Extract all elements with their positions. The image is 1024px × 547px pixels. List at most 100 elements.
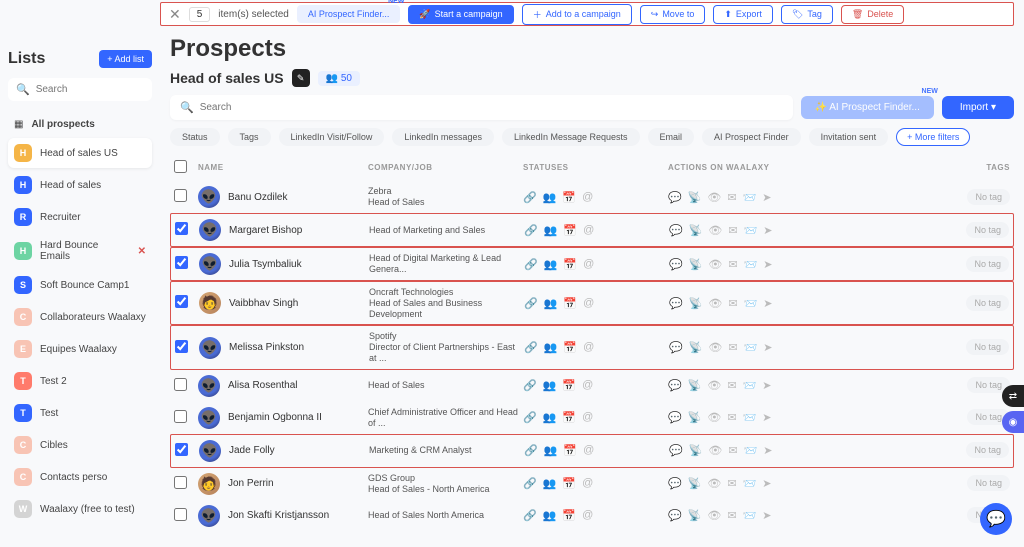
people-icon[interactable]: 👥 xyxy=(544,258,558,271)
export-button[interactable]: ⬆ Export xyxy=(713,5,773,24)
rss-icon[interactable]: 📡 xyxy=(688,509,702,522)
inbox-icon[interactable]: 📨 xyxy=(744,224,758,237)
table-row[interactable]: Alisa Rosenthal Head of Sales 🔗👥📅@ 💬📡👁✉📨… xyxy=(170,370,1014,402)
people-icon[interactable]: 👥 xyxy=(543,191,557,204)
send-icon[interactable]: ➤ xyxy=(762,477,771,490)
at-icon[interactable]: @ xyxy=(582,477,593,490)
row-checkbox[interactable] xyxy=(175,295,188,308)
add-list-button[interactable]: + Add list xyxy=(99,50,152,68)
chat-icon[interactable]: 💬 xyxy=(668,191,682,204)
eye-icon[interactable]: 👁 xyxy=(707,509,721,522)
sidebar-item-2[interactable]: RRecruiter xyxy=(8,202,152,232)
mail-icon[interactable]: ✉ xyxy=(728,341,737,354)
people-icon[interactable]: 👥 xyxy=(543,477,557,490)
discord-icon[interactable]: ◉ xyxy=(1002,411,1024,433)
eye-icon[interactable]: 👁 xyxy=(708,258,722,271)
row-checkbox[interactable] xyxy=(175,222,188,235)
eye-icon[interactable]: 👁 xyxy=(707,411,721,424)
at-icon[interactable]: @ xyxy=(583,341,594,354)
table-row[interactable]: Melissa Pinkston SpotifyDirector of Clie… xyxy=(170,325,1014,369)
sidebar-item-10[interactable]: CContacts perso xyxy=(8,462,152,492)
filter-chip-5[interactable]: Email xyxy=(648,128,695,146)
ai-prospect-finder-button[interactable]: AI Prospect Finder...NEW xyxy=(297,5,401,23)
table-row[interactable]: Jade Folly Marketing & CRM Analyst 🔗👥📅@ … xyxy=(170,434,1014,468)
inbox-icon[interactable]: 📨 xyxy=(743,411,757,424)
at-icon[interactable]: @ xyxy=(583,258,594,271)
filter-chip-3[interactable]: LinkedIn messages xyxy=(392,128,494,146)
row-checkbox[interactable] xyxy=(174,410,187,423)
sidebar-search-input[interactable] xyxy=(36,84,144,95)
rss-icon[interactable]: 📡 xyxy=(689,341,703,354)
import-button[interactable]: Import ▾ xyxy=(942,96,1014,119)
people-icon[interactable]: 👥 xyxy=(543,411,557,424)
row-checkbox[interactable] xyxy=(174,508,187,521)
no-tag-button[interactable]: No tag xyxy=(966,295,1009,311)
chat-icon[interactable]: 💬 xyxy=(669,341,683,354)
chat-icon[interactable]: 💬 xyxy=(669,444,683,457)
people-icon[interactable]: 👥 xyxy=(543,379,557,392)
mail-icon[interactable]: ✉ xyxy=(728,258,737,271)
sidebar-item-5[interactable]: CCollaborateurs Waalaxy xyxy=(8,302,152,332)
calendar-icon[interactable]: 📅 xyxy=(562,379,576,392)
send-icon[interactable]: ➤ xyxy=(762,509,771,522)
no-tag-button[interactable]: No tag xyxy=(966,256,1009,272)
send-icon[interactable]: ➤ xyxy=(762,379,771,392)
link-icon[interactable]: 🔗 xyxy=(523,411,537,424)
calendar-icon[interactable]: 📅 xyxy=(563,297,577,310)
link-icon[interactable]: 🔗 xyxy=(524,341,538,354)
link-icon[interactable]: 🔗 xyxy=(523,509,537,522)
close-icon[interactable]: ✕ xyxy=(169,6,181,23)
table-row[interactable]: Vaibbhav Singh Oncraft TechnologiesHead … xyxy=(170,281,1014,325)
row-checkbox[interactable] xyxy=(175,443,188,456)
main-search[interactable]: 🔍 xyxy=(170,95,793,120)
chat-icon[interactable]: 💬 xyxy=(668,477,682,490)
people-icon[interactable]: 👥 xyxy=(544,444,558,457)
rss-icon[interactable]: 📡 xyxy=(689,224,703,237)
send-icon[interactable]: ➤ xyxy=(763,341,772,354)
inbox-icon[interactable]: 📨 xyxy=(744,341,758,354)
ai-prospect-finder-main-button[interactable]: ✨ AI Prospect Finder...NEW xyxy=(801,96,934,119)
eye-icon[interactable]: 👁 xyxy=(708,341,722,354)
at-icon[interactable]: @ xyxy=(583,444,594,457)
row-checkbox[interactable] xyxy=(175,340,188,353)
rss-icon[interactable]: 📡 xyxy=(688,191,702,204)
sidebar-search[interactable]: 🔍 xyxy=(8,78,152,101)
mail-icon[interactable]: ✉ xyxy=(727,509,736,522)
add-to-campaign-button[interactable]: ＋ Add to a campaign xyxy=(522,4,632,25)
chat-icon[interactable]: 💬 xyxy=(669,224,683,237)
translate-icon[interactable]: ⇄ xyxy=(1002,385,1024,407)
no-tag-button[interactable]: No tag xyxy=(966,442,1009,458)
filter-chip-2[interactable]: LinkedIn Visit/Follow xyxy=(279,128,385,146)
people-icon[interactable]: 👥 xyxy=(543,509,557,522)
chat-icon[interactable]: 💬 xyxy=(669,258,683,271)
link-icon[interactable]: 🔗 xyxy=(524,444,538,457)
filter-chip-4[interactable]: LinkedIn Message Requests xyxy=(502,128,640,146)
sidebar-item-3[interactable]: HHard Bounce Emails✕ xyxy=(8,234,152,268)
row-checkbox[interactable] xyxy=(175,256,188,269)
select-all-checkbox[interactable] xyxy=(174,160,187,173)
mail-icon[interactable]: ✉ xyxy=(728,224,737,237)
sidebar-item-8[interactable]: TTest xyxy=(8,398,152,428)
sidebar-item-0[interactable]: HHead of sales US xyxy=(8,138,152,168)
eye-icon[interactable]: 👁 xyxy=(707,379,721,392)
inbox-icon[interactable]: 📨 xyxy=(744,258,758,271)
filter-chip-0[interactable]: Status xyxy=(170,128,220,146)
row-checkbox[interactable] xyxy=(174,189,187,202)
no-tag-button[interactable]: No tag xyxy=(967,189,1010,205)
link-icon[interactable]: 🔗 xyxy=(524,258,538,271)
people-icon[interactable]: 👥 xyxy=(544,297,558,310)
eye-icon[interactable]: 👁 xyxy=(708,444,722,457)
main-search-input[interactable] xyxy=(200,102,783,113)
calendar-icon[interactable]: 📅 xyxy=(563,224,577,237)
chat-icon[interactable]: 💬 xyxy=(669,297,683,310)
chat-icon[interactable]: 💬 xyxy=(668,379,682,392)
link-icon[interactable]: 🔗 xyxy=(524,224,538,237)
mail-icon[interactable]: ✉ xyxy=(727,191,736,204)
table-row[interactable]: Julia Tsymbaliuk Head of Digital Marketi… xyxy=(170,247,1014,281)
more-filters-button[interactable]: + More filters xyxy=(896,128,970,146)
send-icon[interactable]: ➤ xyxy=(763,258,772,271)
sidebar-item-7[interactable]: TTest 2 xyxy=(8,366,152,396)
inbox-icon[interactable]: 📨 xyxy=(744,444,758,457)
send-icon[interactable]: ➤ xyxy=(763,224,772,237)
send-icon[interactable]: ➤ xyxy=(762,411,771,424)
